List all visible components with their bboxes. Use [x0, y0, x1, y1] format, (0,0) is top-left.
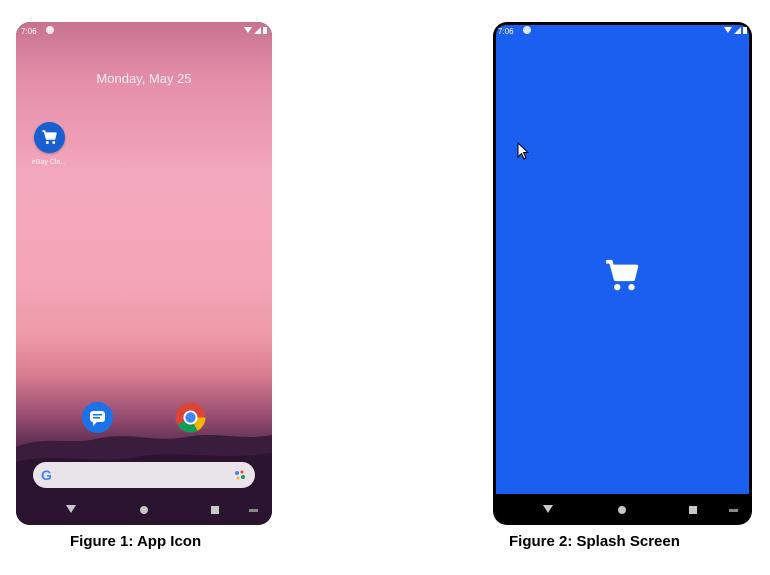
google-search-bar[interactable]: G: [33, 462, 255, 488]
shopping-cart-icon: [606, 259, 639, 291]
chrome-app[interactable]: [175, 402, 206, 433]
status-bar: 7:06: [16, 22, 272, 40]
shopping-cart-icon: [42, 130, 57, 144]
status-time: 7:06: [498, 27, 514, 36]
figure-2-caption: Figure 2: Splash Screen: [509, 533, 680, 550]
notification-icon: [523, 26, 531, 34]
phone-home-screen: 7:06 Monday, May 25 eBay Cla... G: [16, 22, 272, 525]
app-label: eBay Cla...: [31, 159, 67, 166]
home-date: Monday, May 25: [96, 71, 192, 86]
keyboard-icon[interactable]: [249, 509, 258, 512]
app-shortcut[interactable]: [34, 122, 65, 153]
chrome-icon: [175, 402, 206, 433]
home-icon[interactable]: [618, 506, 626, 514]
home-wallpaper: [16, 22, 272, 525]
splash-background: [496, 25, 749, 494]
status-bar: 7:06: [493, 22, 752, 40]
assistant-icon[interactable]: [234, 469, 246, 481]
nav-bar: [493, 495, 752, 525]
signal-battery-icon: [724, 27, 747, 34]
mouse-cursor-icon: [517, 142, 529, 160]
recents-icon[interactable]: [689, 506, 697, 514]
notification-icon: [46, 26, 54, 34]
home-icon[interactable]: [140, 506, 148, 514]
google-logo: G: [41, 467, 52, 483]
nav-bar: [16, 495, 272, 525]
messages-icon: [90, 411, 105, 426]
figure-1-caption: Figure 1: App Icon: [70, 533, 202, 550]
signal-battery-icon: [244, 27, 267, 34]
back-icon[interactable]: [66, 505, 76, 513]
messages-app[interactable]: [82, 402, 113, 433]
phone-splash-screen: 7:06: [493, 22, 752, 525]
back-icon[interactable]: [543, 505, 553, 513]
recents-icon[interactable]: [211, 506, 219, 514]
status-time: 7:06: [21, 27, 37, 36]
keyboard-icon[interactable]: [729, 509, 738, 512]
